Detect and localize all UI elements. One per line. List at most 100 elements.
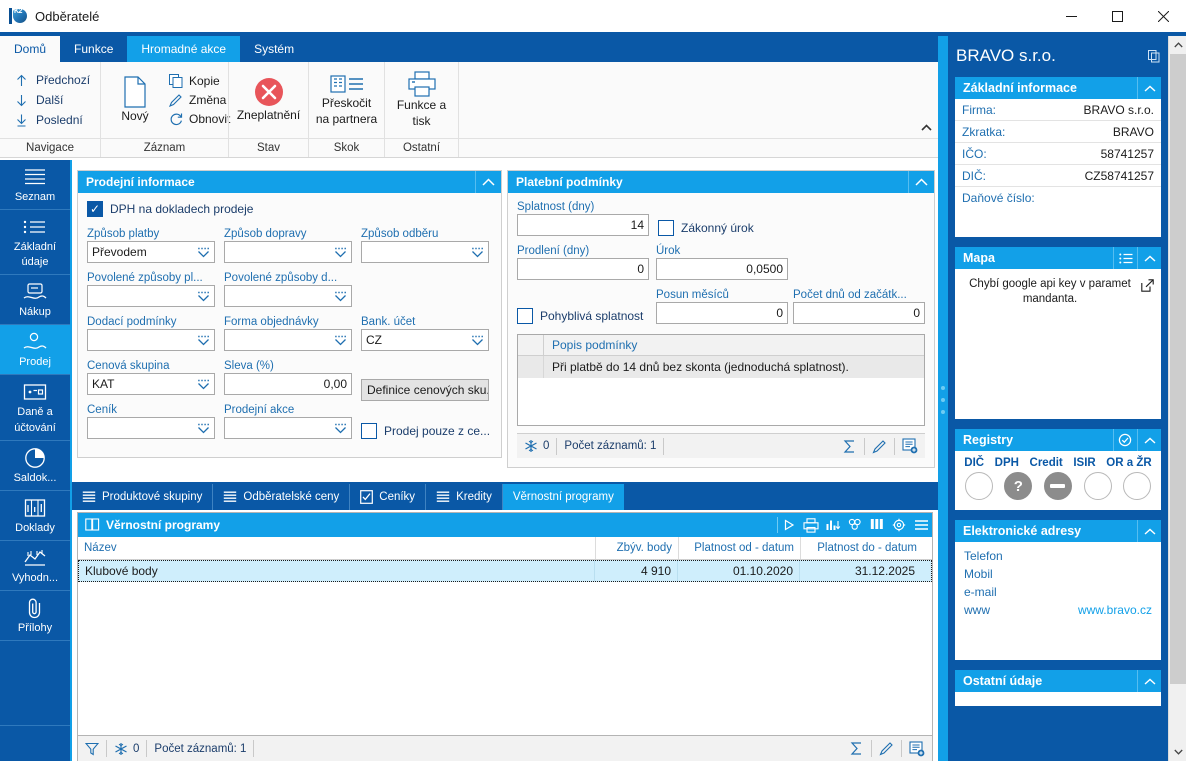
- register-status-isir[interactable]: [1083, 472, 1112, 500]
- copy-small-icon[interactable]: [1148, 49, 1160, 63]
- sidebar-item-seznam[interactable]: Seznam: [0, 160, 70, 211]
- sales-promotion-input[interactable]: [224, 417, 352, 439]
- allowed-transport-methods-input[interactable]: [224, 285, 352, 307]
- column-header-platnost-do[interactable]: Platnost do - datum: [801, 537, 923, 559]
- allowed-payment-methods-input[interactable]: [87, 285, 215, 307]
- scroll-up-arrow-icon[interactable]: [1169, 36, 1186, 54]
- sale-only-from-pricelist-checkbox[interactable]: Prodej pouze z ce...: [361, 423, 490, 439]
- payment-terms-collapse-icon[interactable]: [908, 171, 934, 193]
- settings-gear-icon[interactable]: [888, 513, 910, 537]
- due-days-input[interactable]: 14: [517, 214, 649, 236]
- lookup-icon[interactable]: [330, 423, 347, 434]
- pricelist-input[interactable]: [87, 417, 215, 439]
- order-form-input[interactable]: [224, 329, 352, 351]
- floating-due-date-checkbox[interactable]: Pohyblivá splatnost: [517, 308, 643, 324]
- payment-sum-button[interactable]: [835, 434, 864, 459]
- month-shift-input[interactable]: 0: [656, 302, 788, 324]
- list-icon[interactable]: [1113, 247, 1137, 269]
- payment-add-record-button[interactable]: [895, 434, 925, 459]
- ribbon-collapse-button[interactable]: [918, 119, 934, 135]
- register-status-credit[interactable]: [1043, 472, 1072, 500]
- pivot-icon[interactable]: [844, 513, 866, 537]
- print-icon[interactable]: [800, 513, 822, 537]
- jump-to-partner-button[interactable]: Přeskočit na partnera: [315, 71, 378, 129]
- sidebar-item-nakup[interactable]: Nákup: [0, 275, 70, 326]
- tab-ceniky[interactable]: Ceníky: [350, 484, 427, 510]
- table-row[interactable]: Při platbě do 14 dnů bez skonta (jednodu…: [518, 356, 924, 378]
- price-group-definition-button[interactable]: Definice cenových sku...: [361, 379, 489, 401]
- scrollbar-thumb[interactable]: [1170, 54, 1186, 684]
- register-status-dic[interactable]: [964, 472, 993, 500]
- tab-produktove-skupiny[interactable]: Produktové skupiny: [72, 484, 214, 510]
- chevron-up-icon[interactable]: [1137, 429, 1161, 451]
- legal-interest-checkbox[interactable]: Zákonný úrok: [658, 220, 754, 236]
- previous-button[interactable]: Předchozí: [12, 71, 94, 89]
- column-header-platnost-od[interactable]: Platnost od - datum: [679, 537, 801, 559]
- transport-method-input[interactable]: [224, 241, 352, 263]
- invalidate-button[interactable]: Zneplatnění: [235, 75, 302, 125]
- new-record-button[interactable]: Nový: [107, 74, 163, 126]
- maximize-button[interactable]: [1094, 0, 1140, 32]
- chevron-up-icon[interactable]: [1137, 77, 1161, 99]
- check-circle-icon[interactable]: [1113, 429, 1137, 451]
- columns-icon[interactable]: [866, 513, 888, 537]
- delivery-terms-input[interactable]: [87, 329, 215, 351]
- lookup-icon[interactable]: [193, 423, 210, 434]
- ribbon-tab-funkce[interactable]: Funkce: [60, 36, 127, 62]
- tab-vernostni-programy[interactable]: Věrnostní programy: [502, 484, 624, 510]
- play-icon[interactable]: [778, 513, 800, 537]
- lookup-icon[interactable]: [193, 335, 210, 346]
- minimize-button[interactable]: [1048, 0, 1094, 32]
- lookup-icon[interactable]: [330, 335, 347, 346]
- sidebar-item-dane-a-uctovani[interactable]: Daně a účtování: [0, 375, 70, 441]
- copy-button[interactable]: Kopie: [163, 73, 236, 89]
- last-button[interactable]: Poslední: [12, 111, 94, 129]
- bar-chart-icon[interactable]: [822, 513, 844, 537]
- lookup-icon[interactable]: [193, 379, 210, 390]
- sidebar-item-vyhodnoceni[interactable]: Vyhodn...: [0, 541, 70, 591]
- vat-on-sales-documents-checkbox[interactable]: DPH na dokladech prodeje: [87, 201, 253, 217]
- price-group-input[interactable]: KAT: [87, 373, 215, 395]
- ribbon-tab-system[interactable]: Systém: [240, 36, 308, 62]
- chevron-up-icon[interactable]: [1137, 247, 1161, 269]
- lookup-icon[interactable]: [330, 247, 347, 258]
- discount-input[interactable]: 0,00: [224, 373, 352, 395]
- tab-kredity[interactable]: Kredity: [426, 484, 503, 510]
- payment-edit-button[interactable]: [865, 434, 894, 459]
- functions-and-print-button[interactable]: Funkce a tisk: [391, 69, 452, 131]
- interest-input[interactable]: 0,0500: [656, 258, 788, 280]
- pickup-method-input[interactable]: [361, 241, 489, 263]
- vertical-splitter[interactable]: [938, 36, 948, 761]
- close-button[interactable]: [1140, 0, 1186, 32]
- scroll-down-arrow-icon[interactable]: [1169, 743, 1186, 761]
- lookup-icon[interactable]: [467, 247, 484, 258]
- sidebar-item-prodej[interactable]: Prodej: [0, 325, 70, 376]
- loyalty-freeze-cell[interactable]: 0: [107, 736, 146, 761]
- sidebar-item-prilohy[interactable]: Přílohy: [0, 591, 70, 642]
- sidebar-item-saldokonto[interactable]: Saldok...: [0, 441, 70, 491]
- right-pane-scrollbar[interactable]: [1168, 36, 1186, 761]
- lookup-icon[interactable]: [193, 291, 210, 302]
- change-button[interactable]: Změna: [163, 92, 236, 108]
- lookup-icon[interactable]: [467, 335, 484, 346]
- column-header-zbyv-body[interactable]: Zbýv. body: [596, 537, 679, 559]
- ribbon-tab-hromadne-akce[interactable]: Hromadné akce: [127, 36, 241, 62]
- register-status-dph[interactable]: ?: [1004, 472, 1033, 500]
- register-status-or-a-zr[interactable]: [1123, 472, 1152, 500]
- delay-days-input[interactable]: 0: [517, 258, 649, 280]
- bank-account-input[interactable]: CZ: [361, 329, 489, 351]
- refresh-button[interactable]: Obnovit: [163, 111, 236, 127]
- external-link-icon[interactable]: [1141, 279, 1154, 292]
- loyalty-add-record-button[interactable]: [902, 736, 932, 761]
- next-button[interactable]: Další: [12, 91, 94, 109]
- loyalty-sum-button[interactable]: [842, 736, 871, 761]
- chevron-up-icon[interactable]: [1137, 520, 1161, 542]
- menu-icon[interactable]: [910, 513, 932, 537]
- payment-freeze-cell[interactable]: 0: [517, 434, 556, 459]
- ribbon-tab-domu[interactable]: Domů: [0, 36, 61, 62]
- chevron-up-icon[interactable]: [1137, 670, 1161, 692]
- table-row[interactable]: Klubové body 4 910 01.10.2020 31.12.2025: [78, 560, 932, 582]
- payment-method-input[interactable]: Převodem: [87, 241, 215, 263]
- lookup-icon[interactable]: [330, 291, 347, 302]
- lookup-icon[interactable]: [193, 247, 210, 258]
